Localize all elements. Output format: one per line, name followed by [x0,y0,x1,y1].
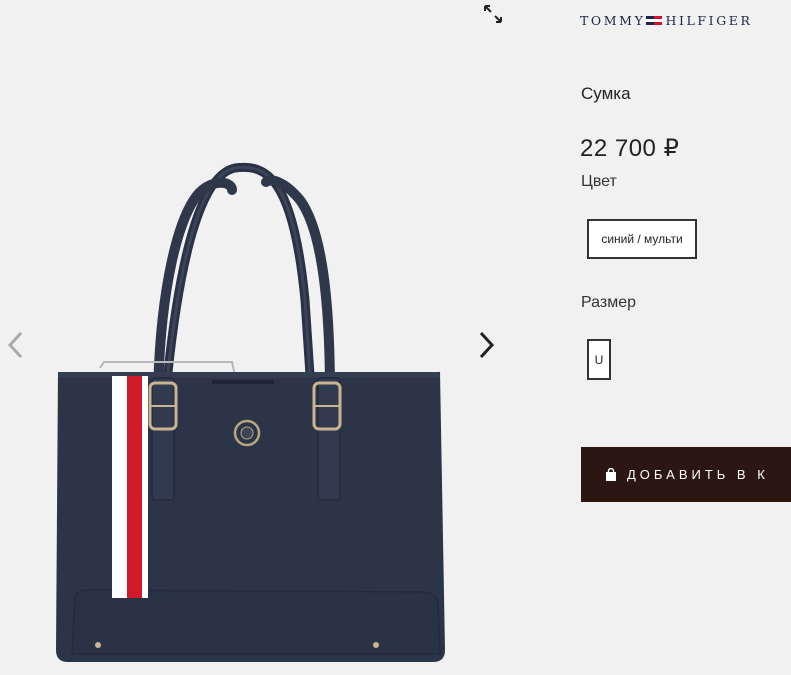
add-to-cart-button[interactable]: ДОБАВИТЬ В К [581,447,791,502]
flag-icon [646,16,663,25]
size-option[interactable]: U [587,339,611,380]
product-page: TOMMY HILFIGER Сумка 22 700 ₽ Цвет синий… [0,0,791,675]
chevron-right-icon[interactable] [474,328,498,362]
product-title: Сумка [581,84,631,103]
shopping-bag-icon [606,468,616,481]
brand-name-left: TOMMY [580,13,646,28]
chevron-left-icon[interactable] [4,328,28,362]
size-label: Размер [581,294,636,311]
product-gallery [0,0,515,675]
product-info-panel: TOMMY HILFIGER Сумка 22 700 ₽ Цвет синий… [580,0,791,675]
size-option-text: U [594,352,604,367]
color-option-text: синий / мульти [601,232,683,246]
product-price: 22 700 ₽ [580,135,680,162]
product-image[interactable] [0,0,515,675]
add-to-cart-label: ДОБАВИТЬ В К [627,467,769,482]
expand-icon[interactable] [482,3,504,25]
color-option[interactable]: синий / мульти [587,219,697,259]
color-label: Цвет [581,173,617,190]
brand-logo[interactable]: TOMMY HILFIGER [580,13,753,28]
brand-name-right: HILFIGER [665,13,753,28]
